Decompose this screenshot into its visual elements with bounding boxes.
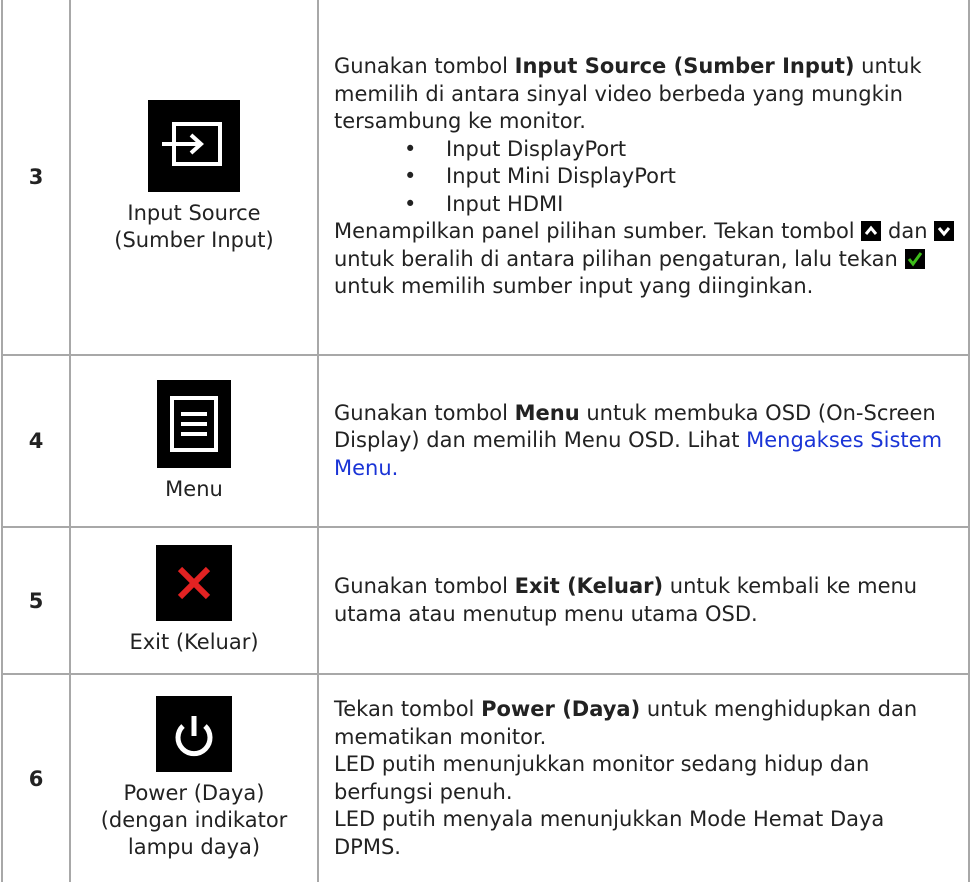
description-cell: Gunakan tombol Exit (Keluar) untuk kemba… <box>317 526 970 675</box>
row-number: 4 <box>1 354 71 528</box>
row-number: 6 <box>1 673 71 882</box>
icon-cell: Menu <box>69 354 319 528</box>
exit-x-icon <box>156 545 232 621</box>
icon-label: Exit (Keluar) <box>129 630 259 654</box>
menu-icon <box>157 379 231 468</box>
icon-cell: Input Source (Sumber Input) <box>69 0 319 356</box>
list-item: Input DisplayPort <box>404 136 956 164</box>
row-number: 3 <box>1 0 71 356</box>
button-name: Menu <box>514 400 580 425</box>
icon-cell: Exit (Keluar) <box>69 526 319 675</box>
chevron-down-icon <box>934 221 955 242</box>
chevron-up-icon <box>861 221 882 242</box>
button-name: Input Source (Sumber Input) <box>514 54 855 79</box>
table-row: 5 Exit (Keluar) Gunakan tombol Exit (Kel… <box>1 526 970 675</box>
description-cell: Gunakan tombol Menu untuk membuka OSD (O… <box>317 354 970 528</box>
row-number: 5 <box>1 526 71 675</box>
icon-label: Menu <box>165 476 223 501</box>
power-icon <box>156 696 232 772</box>
table-row: 4 Menu Gunakan tombol Menu untuk membuka… <box>1 354 970 528</box>
list-item: Input HDMI <box>404 191 956 219</box>
icon-cell: Power (Daya) (dengan indikator lampu day… <box>69 673 319 882</box>
controls-table: 3 Input Source (Sumber Input) Gunakan to… <box>1 0 970 882</box>
checkmark-icon <box>904 248 925 269</box>
button-name: Power (Daya) <box>481 697 641 721</box>
button-name: Exit (Keluar) <box>514 574 664 598</box>
list-item: Input Mini DisplayPort <box>404 163 956 191</box>
table-row: 3 Input Source (Sumber Input) Gunakan to… <box>1 0 970 356</box>
table-row: 6 Power (Daya) (dengan indikator lampu d… <box>1 673 970 882</box>
description-cell: Tekan tombol Power (Daya) untuk menghidu… <box>317 673 970 882</box>
input-list: Input DisplayPort Input Mini DisplayPort… <box>334 136 956 219</box>
description-cell: Gunakan tombol Input Source (Sumber Inpu… <box>317 0 970 356</box>
input-source-icon <box>148 100 240 192</box>
icon-label: Input Source (Sumber Input) <box>114 201 274 252</box>
icon-label: Power (Daya) (dengan indikator lampu day… <box>100 781 288 859</box>
